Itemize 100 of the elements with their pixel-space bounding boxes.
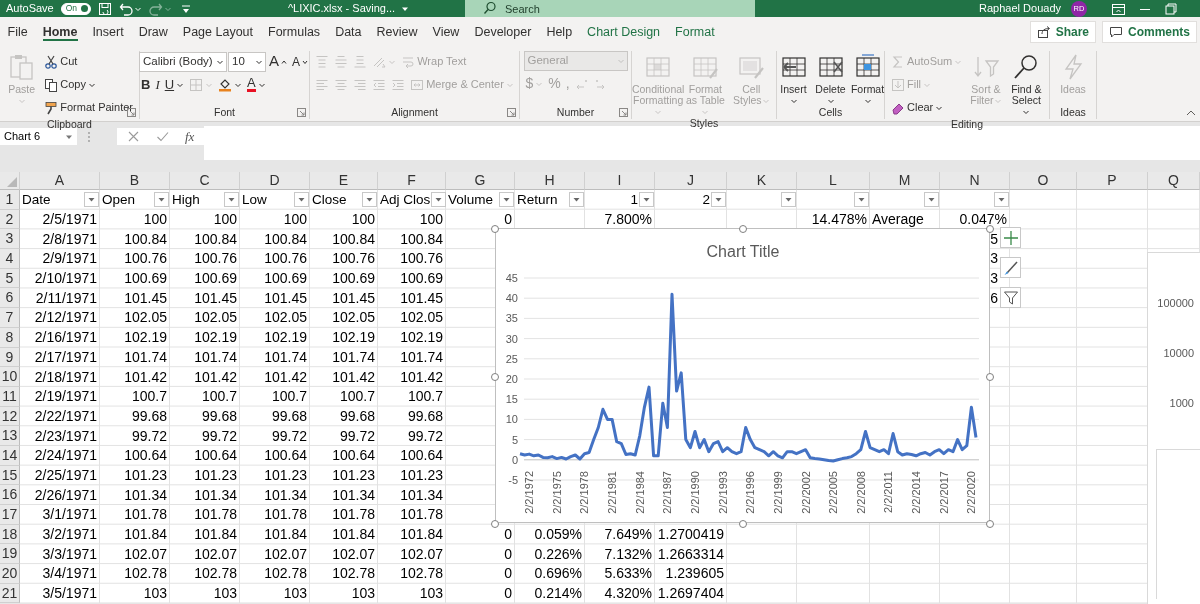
row-number[interactable]: 4 [0,249,20,269]
filter-button[interactable] [224,192,239,208]
resize-handle[interactable] [491,372,499,381]
name-box[interactable]: Chart 6 [0,128,77,145]
save-icon[interactable] [97,1,112,16]
column-header[interactable]: K [727,172,797,190]
filter-button[interactable] [431,192,446,208]
row-number[interactable]: 2 [0,209,20,230]
ribbon-display-icon[interactable] [1111,1,1126,16]
ribbon-tab[interactable]: Data [327,17,370,47]
column-header[interactable]: B [100,172,170,190]
filter-button[interactable] [362,192,377,208]
column-header[interactable]: P [1077,172,1148,190]
filter-button[interactable] [569,192,584,208]
cancel-icon[interactable] [127,130,140,143]
format-painter-button[interactable]: Format Painter [42,97,135,118]
resize-handle[interactable] [491,520,499,528]
column-header[interactable]: O [1010,172,1077,190]
chart-styles-button[interactable] [1000,257,1021,278]
resize-handle[interactable] [738,225,747,233]
column-header[interactable]: F [378,172,446,190]
filter-button[interactable] [639,192,654,208]
row-number[interactable]: 7 [0,308,20,328]
row-number[interactable]: 8 [0,327,20,348]
column-header[interactable]: A [20,172,100,190]
filter-button[interactable] [294,192,309,208]
underline-button[interactable]: U [162,74,187,95]
font-name-field[interactable]: Calibri (Body) [139,51,227,72]
cut-button[interactable]: Cut [42,51,135,72]
row-number[interactable]: 13 [0,426,20,446]
row-number[interactable]: 16 [0,485,20,505]
find-select-button[interactable]: Find & Select [1007,51,1045,118]
resize-handle[interactable] [986,520,994,528]
select-all-button[interactable] [0,172,20,190]
grow-font-button[interactable]: A [267,51,289,72]
column-header[interactable]: M [870,172,940,190]
row-number[interactable]: 5 [0,268,20,289]
resize-handle[interactable] [491,225,499,233]
row-number[interactable]: 10 [0,367,20,387]
insert-button[interactable]: Insert [776,51,811,106]
column-header[interactable]: Q [1148,172,1200,190]
column-header[interactable]: J [655,172,727,190]
ribbon-tab[interactable]: Review [369,17,426,47]
grip-icon[interactable] [87,130,91,144]
bold-button[interactable]: B [139,74,153,95]
row-number[interactable]: 18 [0,524,20,545]
column-header[interactable]: N [940,172,1010,190]
resize-handle[interactable] [986,372,994,381]
italic-button[interactable]: I [153,74,162,95]
shrink-font-button[interactable]: A [290,51,310,72]
share-button[interactable]: Share [1029,21,1096,43]
row-number[interactable]: 17 [0,505,20,525]
autosave-toggle[interactable]: On [60,2,91,15]
row-number[interactable]: 11 [0,386,20,407]
clear-button[interactable]: Clear [889,97,965,118]
insert-function-button[interactable]: fx [185,126,195,147]
ribbon-tab[interactable]: Format [667,17,723,47]
column-header[interactable]: E [310,172,378,190]
font-color-button[interactable]: A [245,74,268,95]
row-number[interactable]: 21 [0,583,20,604]
row-number[interactable]: 12 [0,406,20,427]
row-number[interactable]: 15 [0,465,20,486]
collapse-ribbon-icon[interactable] [1186,109,1196,117]
comments-button[interactable]: Comments [1102,21,1197,43]
column-header[interactable]: D [240,172,310,190]
column-header[interactable]: H [515,172,585,190]
filter-button[interactable] [154,192,169,208]
chart-elements-button[interactable] [1000,227,1021,248]
ribbon-tab[interactable]: View [425,17,467,47]
row-number[interactable]: 6 [0,288,20,309]
font-size-field[interactable]: 10 [228,51,266,72]
dialog-launcher-icon[interactable] [619,108,628,117]
column-header[interactable]: C [170,172,240,190]
chart-panel[interactable]: Chart Title -5 0 5 10 15 20 25 30 35 40 45 2/2/1972 2/2/1975 2/2/1978 2/2/1981 2/2/1984 2/2/1987 2/2/1990 2/2/1993 2/2/1996 2/2/1999 2/2/2002 2/2/2005 2/2/2008 2/2/2011 2/2/2014 2/2/2017 2/2/2020 [495,228,990,523]
column-header[interactable]: G [446,172,515,190]
row-number[interactable]: 1 [0,190,20,210]
row-number[interactable]: 3 [0,229,20,250]
copy-button[interactable]: Copy [42,74,135,95]
ribbon-tab[interactable]: Draw [131,17,176,47]
row-number[interactable]: 9 [0,347,20,368]
ribbon-tab[interactable]: Developer [466,17,539,47]
resize-handle[interactable] [738,520,747,528]
ribbon-tab[interactable]: Insert [84,17,132,47]
resize-handle[interactable] [986,225,994,233]
chart-panel[interactable]: 100000 10000 1000 [1147,252,1200,604]
ribbon-tab[interactable]: Page Layout [175,17,261,47]
check-icon[interactable] [156,130,169,143]
chart-filters-button[interactable] [1000,287,1021,308]
delete-button[interactable]: Delete [813,51,848,106]
filter-button[interactable] [781,192,796,208]
row-number[interactable]: 14 [0,445,20,466]
column-header[interactable]: I [585,172,655,190]
row-number[interactable]: 19 [0,544,20,565]
search-field[interactable]: Search [465,0,755,17]
format-button[interactable]: Format [850,51,885,106]
column-header[interactable]: L [797,172,870,190]
ribbon-tab[interactable]: File [0,17,36,47]
ribbon-tab[interactable]: Formulas [260,17,328,47]
filter-button[interactable] [499,192,514,208]
undo-icon[interactable] [118,1,133,16]
